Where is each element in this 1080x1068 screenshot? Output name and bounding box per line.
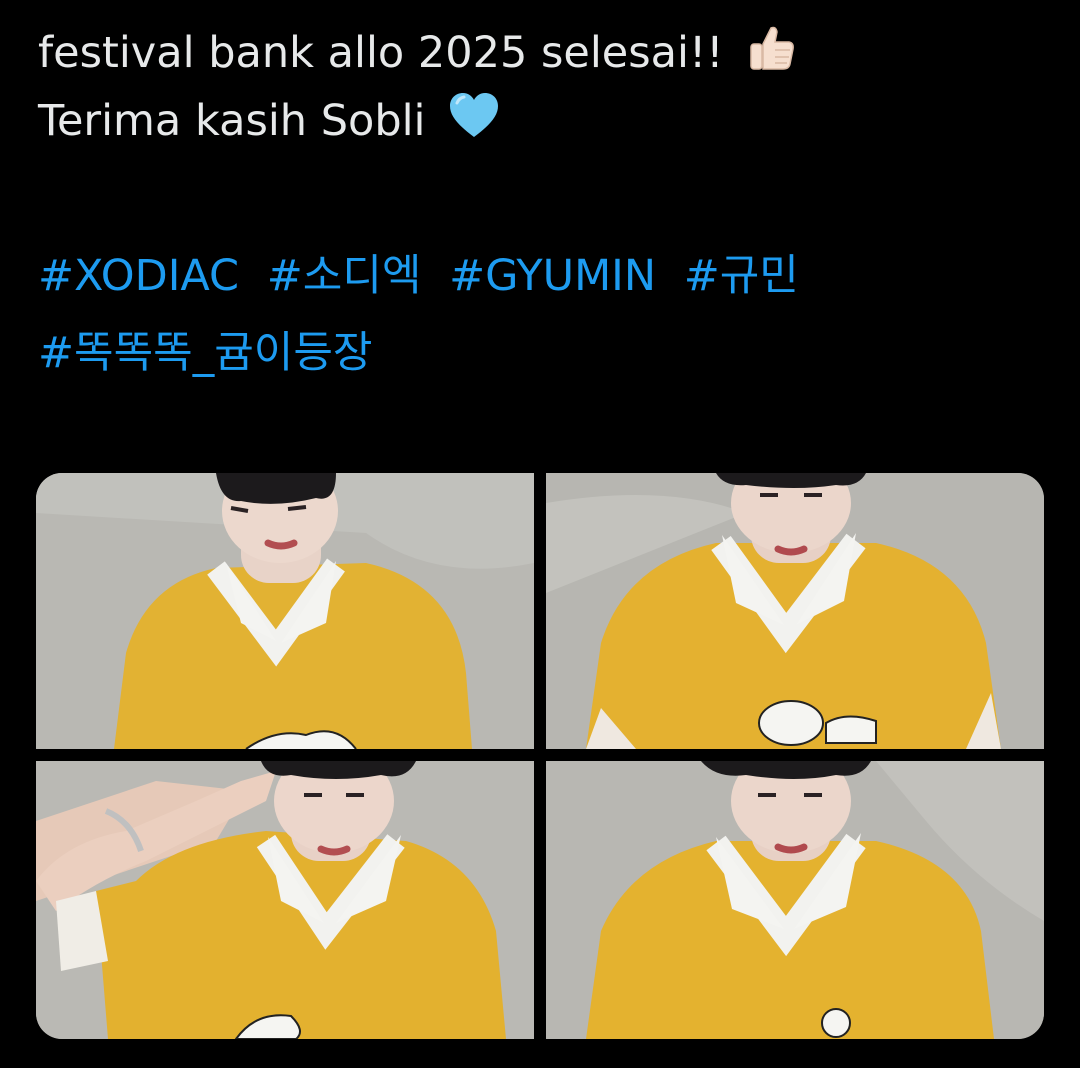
- hashtag-row-2: #똑똑똑_귬이등장: [38, 315, 813, 392]
- tweet-line-1: festival bank allo 2025 selesai!!: [38, 22, 1038, 89]
- tweet-text: festival bank allo 2025 selesai!! Terima…: [38, 22, 1038, 158]
- hashtag-link[interactable]: #GYUMIN: [449, 251, 656, 301]
- hashtag-link[interactable]: #소디엑: [267, 251, 422, 301]
- photo-3[interactable]: [36, 761, 534, 1039]
- photo-2-illustration: [546, 473, 1044, 749]
- tweet-line-2-text: Terima kasih Sobli: [38, 96, 426, 146]
- hashtag-link[interactable]: #규민: [684, 251, 799, 301]
- media-grid: [36, 473, 1044, 1039]
- thumbs-up-icon: [745, 22, 797, 89]
- hashtag-list: #XODIAC #소디엑 #GYUMIN #규민 #똑똑똑_귬이등장: [38, 238, 813, 392]
- hashtag-link[interactable]: #똑똑똑_귬이등장: [38, 328, 372, 378]
- tweet-line-2: Terima kasih Sobli: [38, 89, 1038, 158]
- tweet-line-1-text: festival bank allo 2025 selesai!!: [38, 28, 724, 78]
- photo-1[interactable]: [36, 473, 534, 749]
- photo-3-illustration: [36, 761, 534, 1039]
- hashtag-link[interactable]: #XODIAC: [38, 251, 239, 301]
- photo-1-illustration: [36, 473, 534, 749]
- light-blue-heart-icon: [447, 89, 501, 158]
- photo-2[interactable]: [546, 473, 1044, 749]
- hashtag-row-1: #XODIAC #소디엑 #GYUMIN #규민: [38, 238, 813, 315]
- photo-4-illustration: [546, 761, 1044, 1039]
- photo-4[interactable]: [546, 761, 1044, 1039]
